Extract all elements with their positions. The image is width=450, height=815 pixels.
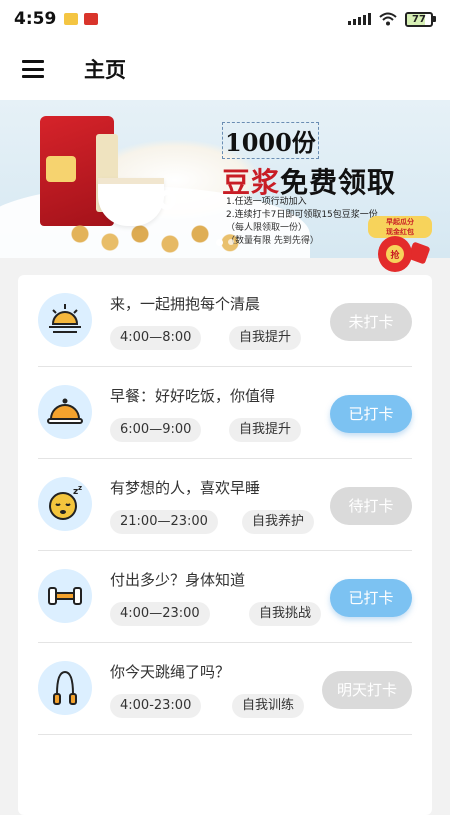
task-time-tag: 21:00—23:00 [110, 510, 218, 534]
task-row: 早餐：好好吃饭，你值得 6:00—9:00 自我提升 已打卡 [38, 367, 412, 459]
status-bar: 4:59 77 [0, 0, 450, 38]
task-category-tag: 自我提升 [229, 326, 302, 350]
task-row: 付出多少？身体知道 4:00—23:00 自我挑战 已打卡 [38, 551, 412, 643]
wifi-icon [379, 12, 397, 26]
app-bar: 主页 [0, 38, 450, 100]
pager-dot [228, 239, 234, 245]
pager-dot [216, 239, 223, 246]
menu-icon[interactable] [22, 60, 44, 78]
banner-pager [216, 239, 234, 246]
red-envelope-badge[interactable]: 早起瓜分 现金红包 抢 [362, 216, 438, 274]
task-time-tag: 4:00—23:00 [110, 602, 210, 626]
task-list-card: 来，一起拥抱每个清晨 4:00—8:00 自我提升 未打卡 早餐：好好吃饭，你值… [18, 275, 432, 815]
banner-headline-red: 豆浆 [222, 166, 281, 199]
task-title: 来，一起拥抱每个清晨 [110, 295, 261, 313]
banner-rule-4: （数量有限 先到先得） [226, 236, 319, 246]
envelope-label-line-1: 早起瓜分 [386, 218, 414, 226]
task-time-tag: 4:00-23:00 [110, 694, 202, 718]
task-category-tag: 自我养护 [242, 510, 315, 534]
task-category-tag: 自我挑战 [249, 602, 322, 626]
status-time: 4:59 [14, 9, 57, 29]
signal-icon [348, 13, 371, 25]
banner-rules: 1.任选一项行动加入 2.连续打卡7日即可领取15包豆浆一份 （每人限领取一份）… [226, 196, 378, 248]
sunrise-icon [38, 293, 92, 347]
task-title: 你今天跳绳了吗？ [110, 663, 231, 681]
envelope-coin: 抢 [386, 245, 404, 263]
task-category-tag: 自我提升 [229, 418, 302, 442]
task-title: 付出多少？身体知道 [110, 571, 246, 589]
task-title: 早餐：好好吃饭，你值得 [110, 387, 276, 405]
checkin-button[interactable]: 已打卡 [330, 579, 412, 617]
banner-rule-1: 1.任选一项行动加入 [226, 197, 307, 207]
status-right: 77 [348, 11, 436, 27]
task-time-tag: 6:00—9:00 [110, 418, 202, 442]
red-envelope-icon: 抢 [378, 236, 412, 272]
cup-handle-image [158, 190, 176, 210]
banner-headline: 1000份 豆浆免费领取 [222, 122, 396, 201]
jump-rope-icon [38, 661, 92, 715]
task-title: 有梦想的人，喜欢早睡 [110, 479, 261, 497]
banner-headline-black: 免费领取 [280, 166, 397, 199]
page-title: 主页 [84, 58, 126, 82]
checkin-button[interactable]: 待打卡 [330, 487, 412, 525]
bag-label-image [46, 156, 76, 182]
envelope-label-line-2: 现金红包 [386, 228, 414, 236]
svg-text:z: z [78, 484, 82, 492]
banner-headline-count: 1000份 [222, 122, 319, 159]
battery-icon: 77 [405, 11, 436, 27]
envelope-label: 早起瓜分 现金红包 [368, 216, 432, 238]
banner-rule-2: 2.连续打卡7日即可领取15包豆浆一份 [226, 210, 378, 220]
dumbbell-icon [38, 569, 92, 623]
sleeping-face-icon: z z [38, 477, 92, 531]
checkin-button[interactable]: 明天打卡 [322, 671, 412, 709]
notification-icons [64, 13, 99, 25]
banner-headline-offer: 豆浆免费领取 [222, 161, 396, 201]
task-category-tag: 自我训练 [232, 694, 305, 718]
folder-notification-icon [64, 13, 79, 25]
battery-level: 77 [412, 13, 426, 25]
task-row: 来，一起拥抱每个清晨 4:00—8:00 自我提升 未打卡 [38, 275, 412, 367]
task-time-tag: 4:00—8:00 [110, 326, 202, 350]
dish-cloche-icon [38, 385, 92, 439]
checkin-button[interactable]: 未打卡 [330, 303, 412, 341]
app-notification-icon [84, 13, 99, 25]
task-row: 你今天跳绳了吗？ 4:00-23:00 自我训练 明天打卡 [38, 643, 412, 735]
task-row: z z 有梦想的人，喜欢早睡 21:00—23:00 自我养护 待打卡 [38, 459, 412, 551]
banner-rule-3: （每人限领取一份） [226, 223, 308, 233]
checkin-button[interactable]: 已打卡 [330, 395, 412, 433]
